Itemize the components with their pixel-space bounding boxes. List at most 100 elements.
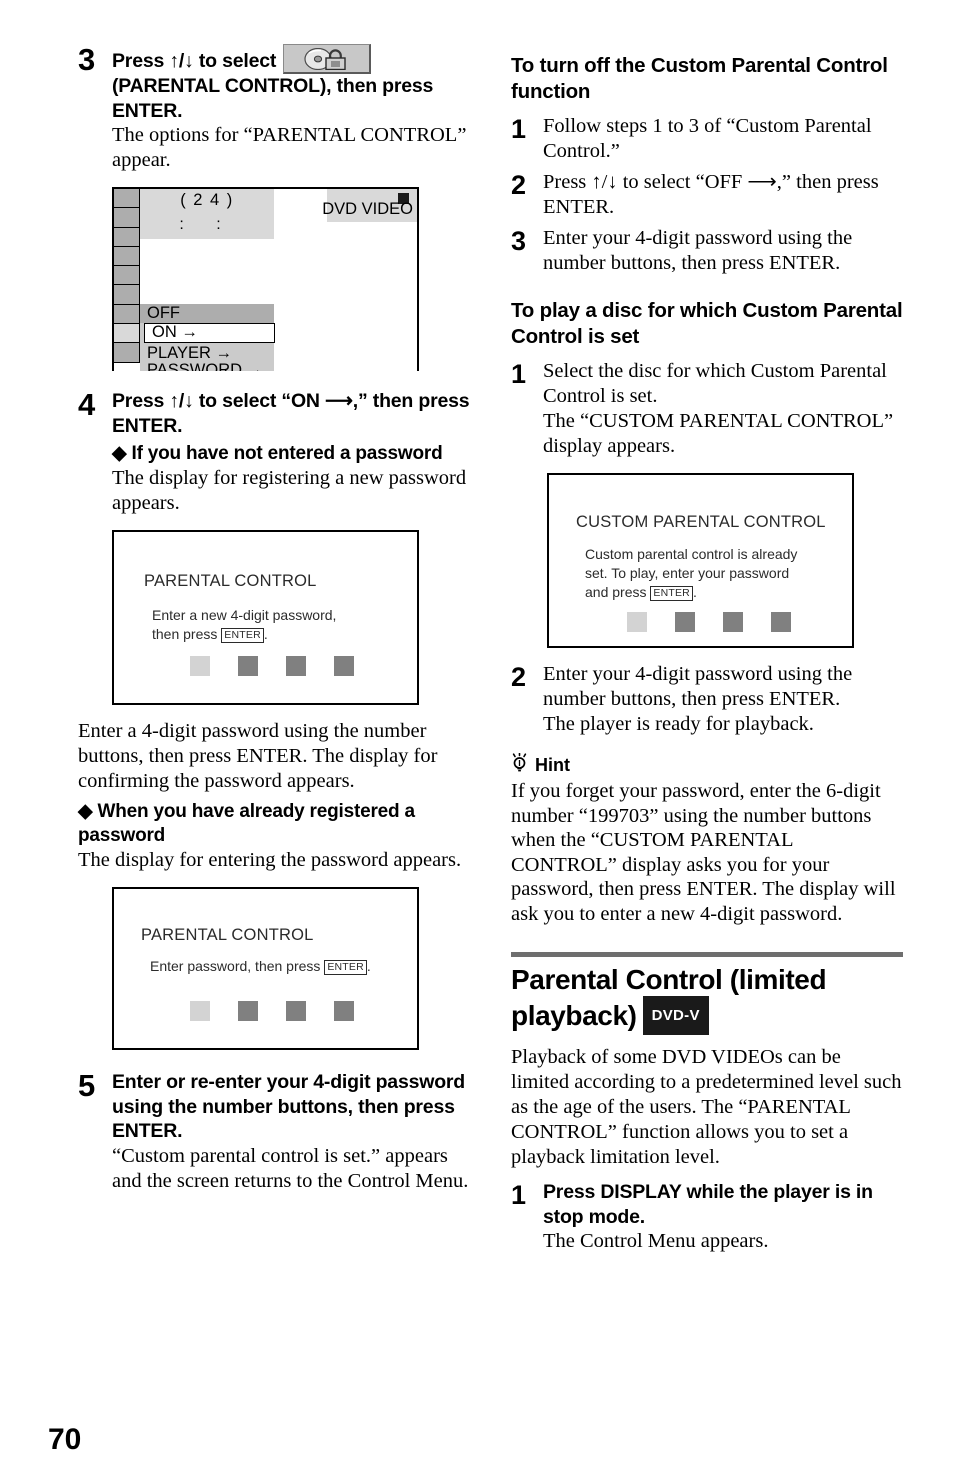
osd-new-password-line1: Enter a new 4-digit password, xyxy=(152,607,337,623)
password-box-1 xyxy=(190,656,210,676)
hint-body: If you forget your password, enter the 6… xyxy=(511,780,896,925)
osd-new-password: PARENTAL CONTROL Enter a new 4-digit pas… xyxy=(112,530,419,705)
section-2-step-1: 1 Select the disc for which Custom Paren… xyxy=(511,359,903,648)
osd-enter-password-boxes xyxy=(190,1001,354,1021)
password-box-3 xyxy=(286,656,306,676)
osd-custom-line1: Custom parental control is already xyxy=(585,546,798,562)
step-5-number: 5 xyxy=(78,1068,96,1103)
control-menu-time: : : xyxy=(179,216,235,233)
section-2-step-2: 2 Enter your 4-digit password using the … xyxy=(511,662,903,737)
step-4-sub2-heading: ◆ When you have already registered a pas… xyxy=(78,801,415,846)
section-divider xyxy=(511,952,903,957)
step-5-body: “Custom parental control is set.” appear… xyxy=(112,1144,469,1192)
osd-enter-password-line1: Enter password, then press ENTER. xyxy=(150,957,371,976)
hint-block: Hint If you forget your password, enter … xyxy=(511,752,903,926)
password-box-2 xyxy=(238,656,258,676)
step-3-heading: Press ↑/↓ to select (PARENTAL CONTROL), … xyxy=(112,44,478,123)
sidebar-cell[interactable] xyxy=(114,189,140,209)
step-3-body: The options for “PARENTAL CONTROL” appea… xyxy=(112,124,467,171)
section-3-step-1-number: 1 xyxy=(511,1180,527,1210)
section-1-step-1: 1 Follow steps 1 to 3 of “Custom Parenta… xyxy=(511,114,903,164)
password-box-2 xyxy=(238,1001,258,1021)
step-3: 3 Press ↑/↓ to select (PARENTAL CONTROL)… xyxy=(78,44,478,371)
section-3-step-1-body: The Control Menu appears. xyxy=(543,1230,769,1252)
osd-enter-password-line1-post: . xyxy=(366,958,371,974)
sidebar-cell[interactable] xyxy=(114,246,140,267)
dvd-v-badge: DVD-V xyxy=(642,996,709,1035)
enter-key-icon: ENTER xyxy=(650,586,693,601)
step-5-heading: Enter or re-enter your 4-digit password … xyxy=(112,1071,466,1142)
section-3-step-1-heading: Press DISPLAY while the player is in sto… xyxy=(543,1181,873,1228)
osd-enter-password-line1-pre: Enter password, then press xyxy=(150,958,325,974)
osd-new-password-boxes xyxy=(190,656,354,676)
step-3-heading-part1: Press ↑/↓ to select xyxy=(112,50,277,72)
step-4: 4 Press ↑/↓ to select “ON ⟶,” then press… xyxy=(78,389,478,1050)
password-box-1 xyxy=(190,1001,210,1021)
step-4-sub1-body: The display for registering a new passwo… xyxy=(112,467,467,514)
step-4-sub2-body: The display for entering the password ap… xyxy=(78,849,462,871)
section-2-step-2-text2: The player is ready for playback. xyxy=(543,713,814,735)
step-3-heading-part2: (PARENTAL CONTROL), then press ENTER. xyxy=(112,75,434,122)
enter-key-icon: ENTER xyxy=(324,960,367,975)
step-4-after-osd-body: Enter a 4-digit password using the numbe… xyxy=(78,720,438,792)
section-2-step-1-text: Select the disc for which Custom Parenta… xyxy=(543,360,887,407)
sidebar-cell[interactable] xyxy=(114,227,140,247)
password-box-2 xyxy=(675,612,695,632)
lightbulb-icon xyxy=(511,752,528,778)
enter-key-icon: ENTER xyxy=(221,628,264,643)
sidebar-cell-selected[interactable] xyxy=(114,324,140,344)
password-box-1 xyxy=(627,612,647,632)
password-box-4 xyxy=(334,1001,354,1021)
osd-enter-password-title: PARENTAL CONTROL xyxy=(141,926,314,944)
osd-custom-line3: and press ENTER. xyxy=(585,583,697,602)
sidebar-cell[interactable] xyxy=(114,304,140,325)
osd-custom-title: CUSTOM PARENTAL CONTROL xyxy=(576,513,826,531)
section-3-step-1: 1 Press DISPLAY while the player is in s… xyxy=(511,1180,903,1254)
sidebar-cell[interactable] xyxy=(114,266,140,286)
control-menu-screen: ( 2 4 ) : : DVD VIDEO OFF ON → PLAYER → … xyxy=(112,187,419,371)
control-menu-option-off[interactable]: OFF xyxy=(140,304,274,323)
control-menu-disc-label: DVD VIDEO xyxy=(322,200,413,218)
sidebar-cell[interactable] xyxy=(114,208,140,228)
osd-new-password-line2-pre: then press xyxy=(152,626,222,642)
section-2-step-1-text2: The “CUSTOM PARENTAL CONTROL” display ap… xyxy=(543,410,894,457)
control-menu-title-number: ( 2 4 ) xyxy=(180,191,234,209)
section-1-step-3-number: 3 xyxy=(511,226,527,256)
section-1-step-2-number: 2 xyxy=(511,170,527,200)
manual-page: 3 Press ↑/↓ to select (PARENTAL CONTROL)… xyxy=(0,0,954,1483)
control-menu-option-password[interactable]: PASSWORD → xyxy=(147,361,263,371)
section-2-step-2-number: 2 xyxy=(511,662,527,692)
step-4-heading: Press ↑/↓ to select “ON ⟶,” then press E… xyxy=(112,390,470,437)
osd-new-password-line2: then press ENTER. xyxy=(152,625,268,644)
sidebar-cell[interactable] xyxy=(114,285,140,305)
section-2-step-1-number: 1 xyxy=(511,359,527,389)
hint-label: Hint xyxy=(535,755,570,775)
left-column: 3 Press ↑/↓ to select (PARENTAL CONTROL)… xyxy=(78,44,478,1200)
section-3-heading-wrap: Parental Control (limited playback) DVD-V xyxy=(511,964,903,1035)
osd-custom-password-boxes xyxy=(627,612,791,632)
parental-control-icon xyxy=(283,44,372,74)
osd-custom-line2: set. To play, enter your password xyxy=(585,565,790,581)
osd-custom-line3-pre: and press xyxy=(585,584,651,600)
section-1-step-2: 2 Press ↑/↓ to select “OFF ⟶,” then pres… xyxy=(511,170,903,220)
hint-heading: Hint xyxy=(511,752,903,778)
section-1-step-1-number: 1 xyxy=(511,114,527,144)
osd-enter-password: PARENTAL CONTROL Enter password, then pr… xyxy=(112,887,419,1050)
section-3-body: Playback of some DVD VIDEOs can be limit… xyxy=(511,1046,902,1168)
step-5: 5 Enter or re-enter your 4-digit passwor… xyxy=(78,1070,478,1194)
osd-custom-parental-control: CUSTOM PARENTAL CONTROL Custom parental … xyxy=(547,473,854,648)
section-1-step-3-text: Enter your 4-digit password using the nu… xyxy=(543,227,853,274)
password-box-3 xyxy=(286,1001,306,1021)
password-box-4 xyxy=(771,612,791,632)
section-1-step-3: 3 Enter your 4-digit password using the … xyxy=(511,226,903,276)
section-1-step-2-text: Press ↑/↓ to select “OFF ⟶,” then press … xyxy=(543,171,879,218)
section-3: Parental Control (limited playback) DVD-V… xyxy=(511,952,903,1254)
page-number: 70 xyxy=(48,1423,82,1456)
step-4-sub1-heading: ◆ If you have not entered a password xyxy=(112,443,443,464)
step-4-number: 4 xyxy=(78,387,96,422)
control-menu-option-on[interactable]: ON → xyxy=(144,323,275,343)
password-box-3 xyxy=(723,612,743,632)
sidebar-cell[interactable] xyxy=(114,343,140,363)
osd-new-password-line2-post: . xyxy=(263,626,268,642)
step-3-number: 3 xyxy=(78,42,96,77)
